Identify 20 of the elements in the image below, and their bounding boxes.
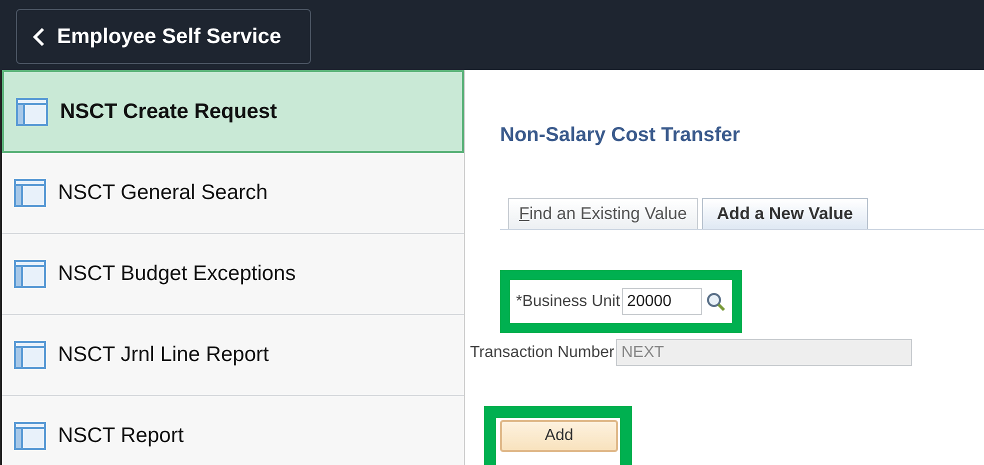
sidebar-item[interactable]: NSCT Jrnl Line Report xyxy=(2,315,464,396)
sidebar-item[interactable]: NSCT Create Request xyxy=(2,70,464,153)
back-button[interactable]: Employee Self Service xyxy=(16,9,311,64)
window-icon xyxy=(16,98,48,126)
window-icon xyxy=(14,260,46,288)
field-label: *Business Unit xyxy=(516,292,620,312)
add-button[interactable]: Add xyxy=(500,420,618,452)
tab[interactable]: Add a New Value xyxy=(702,198,868,229)
chevron-left-icon xyxy=(33,26,45,46)
window-icon xyxy=(14,341,46,369)
window-icon xyxy=(14,422,46,450)
field-label: Transaction Number xyxy=(470,342,614,362)
sidebar-item[interactable]: NSCT Budget Exceptions xyxy=(2,234,464,315)
page-title: Non-Salary Cost Transfer xyxy=(500,123,740,148)
input-field[interactable]: 20000 xyxy=(622,288,702,315)
sidebar-item[interactable]: NSCT Report xyxy=(2,396,464,465)
tab[interactable]: Find an Existing Value xyxy=(508,198,698,229)
search-icon[interactable] xyxy=(706,292,726,312)
window-icon xyxy=(14,179,46,207)
sidebar-item[interactable]: NSCT General Search xyxy=(2,153,464,234)
